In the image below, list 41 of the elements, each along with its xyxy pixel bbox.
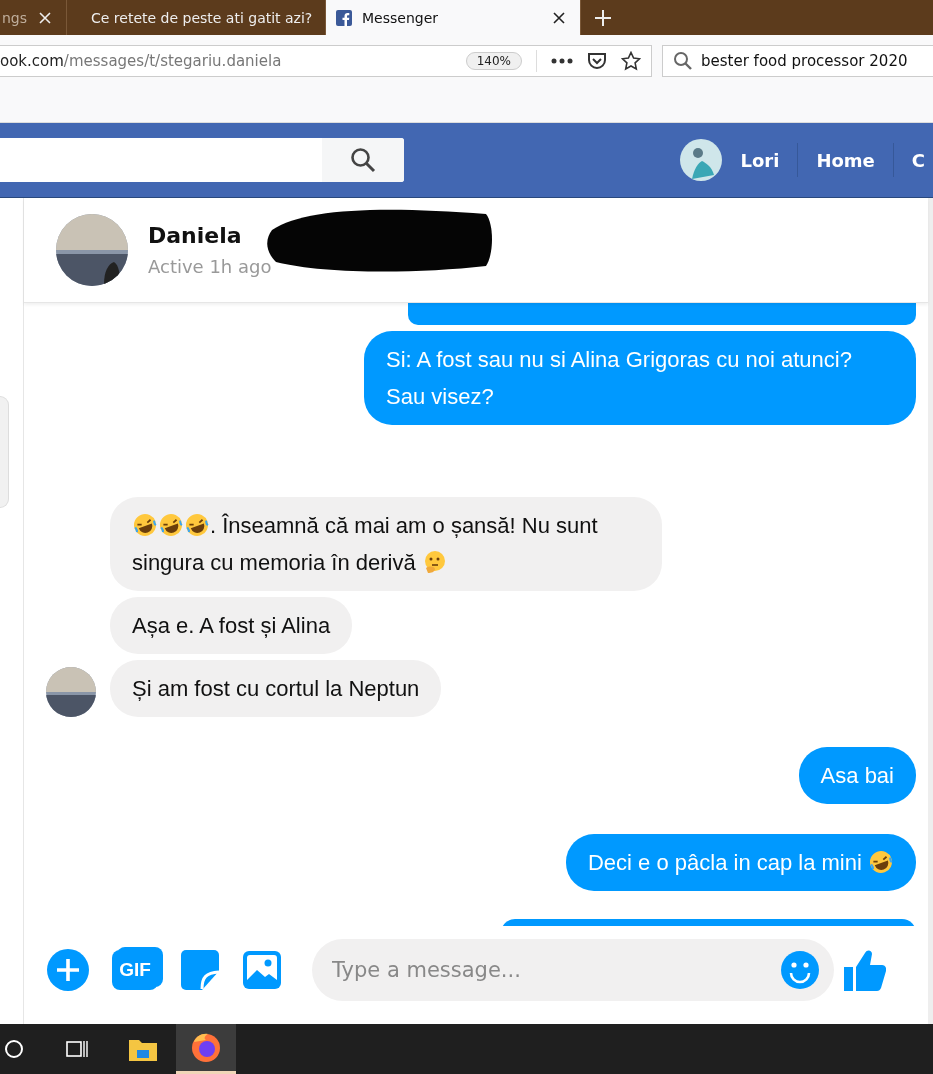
browser-icon [190, 1031, 222, 1064]
facebook-icon [336, 9, 352, 26]
task-view-icon[interactable] [64, 1039, 88, 1059]
url-text: ook.com/messages/t/stegariu.daniela [0, 52, 283, 70]
message-bubble: Asa bai [798, 747, 916, 804]
message-bubble: Așa e. A fost și Alina [110, 597, 353, 654]
message-bubble: Și am fost cu cortul la Neptun [110, 660, 442, 717]
laughing-face-icon [159, 513, 183, 537]
laughing-face-icon [869, 850, 893, 874]
laughing-face-icon [185, 513, 209, 537]
search-icon [673, 51, 693, 71]
message-bubble: Deci e o pâcla in cap la mini [565, 834, 916, 891]
browser-taskbar-button[interactable] [176, 1024, 236, 1074]
message-input[interactable]: Type a message... [312, 939, 834, 1001]
search-field[interactable]: bester food processor 2020 [662, 45, 933, 77]
sender-avatar[interactable] [46, 667, 96, 717]
thinking-face-icon [422, 550, 447, 574]
laughing-face-icon [133, 513, 157, 537]
avatar[interactable] [680, 139, 723, 181]
zoom-badge[interactable]: 140% [465, 52, 522, 70]
profile-link[interactable]: Lori [734, 149, 786, 171]
star-icon[interactable] [621, 51, 641, 71]
message-bubble: . Înseamnă că mai am o șansă! Nu sunt singura cu memoria în derivă [110, 497, 662, 591]
pocket-icon[interactable] [587, 52, 607, 70]
contact-name: Daniela [148, 223, 243, 248]
new-tab-icon[interactable] [593, 7, 613, 28]
plus-icon[interactable] [46, 948, 90, 992]
nav-link[interactable]: C [905, 149, 931, 171]
active-status: Active 1h ago [148, 256, 272, 277]
browser-tab[interactable]: Messenger [326, 0, 581, 35]
search-field[interactable] [0, 138, 404, 182]
message-bubble: Si: A fost sau nu si Alina Grigoras cu noi atunci? Sau visez? [364, 331, 916, 425]
sticker-icon[interactable] [180, 949, 220, 991]
search-button[interactable] [322, 138, 404, 182]
nav-link[interactable]: Home [810, 149, 881, 171]
close-icon[interactable] [552, 10, 566, 25]
search-circle-icon[interactable] [4, 1039, 24, 1059]
image-icon[interactable] [242, 950, 282, 990]
more-icon[interactable] [551, 58, 573, 64]
address-bar[interactable]: ook.com/messages/t/stegariu.daniela 140% [0, 45, 652, 77]
search-icon [350, 147, 376, 173]
